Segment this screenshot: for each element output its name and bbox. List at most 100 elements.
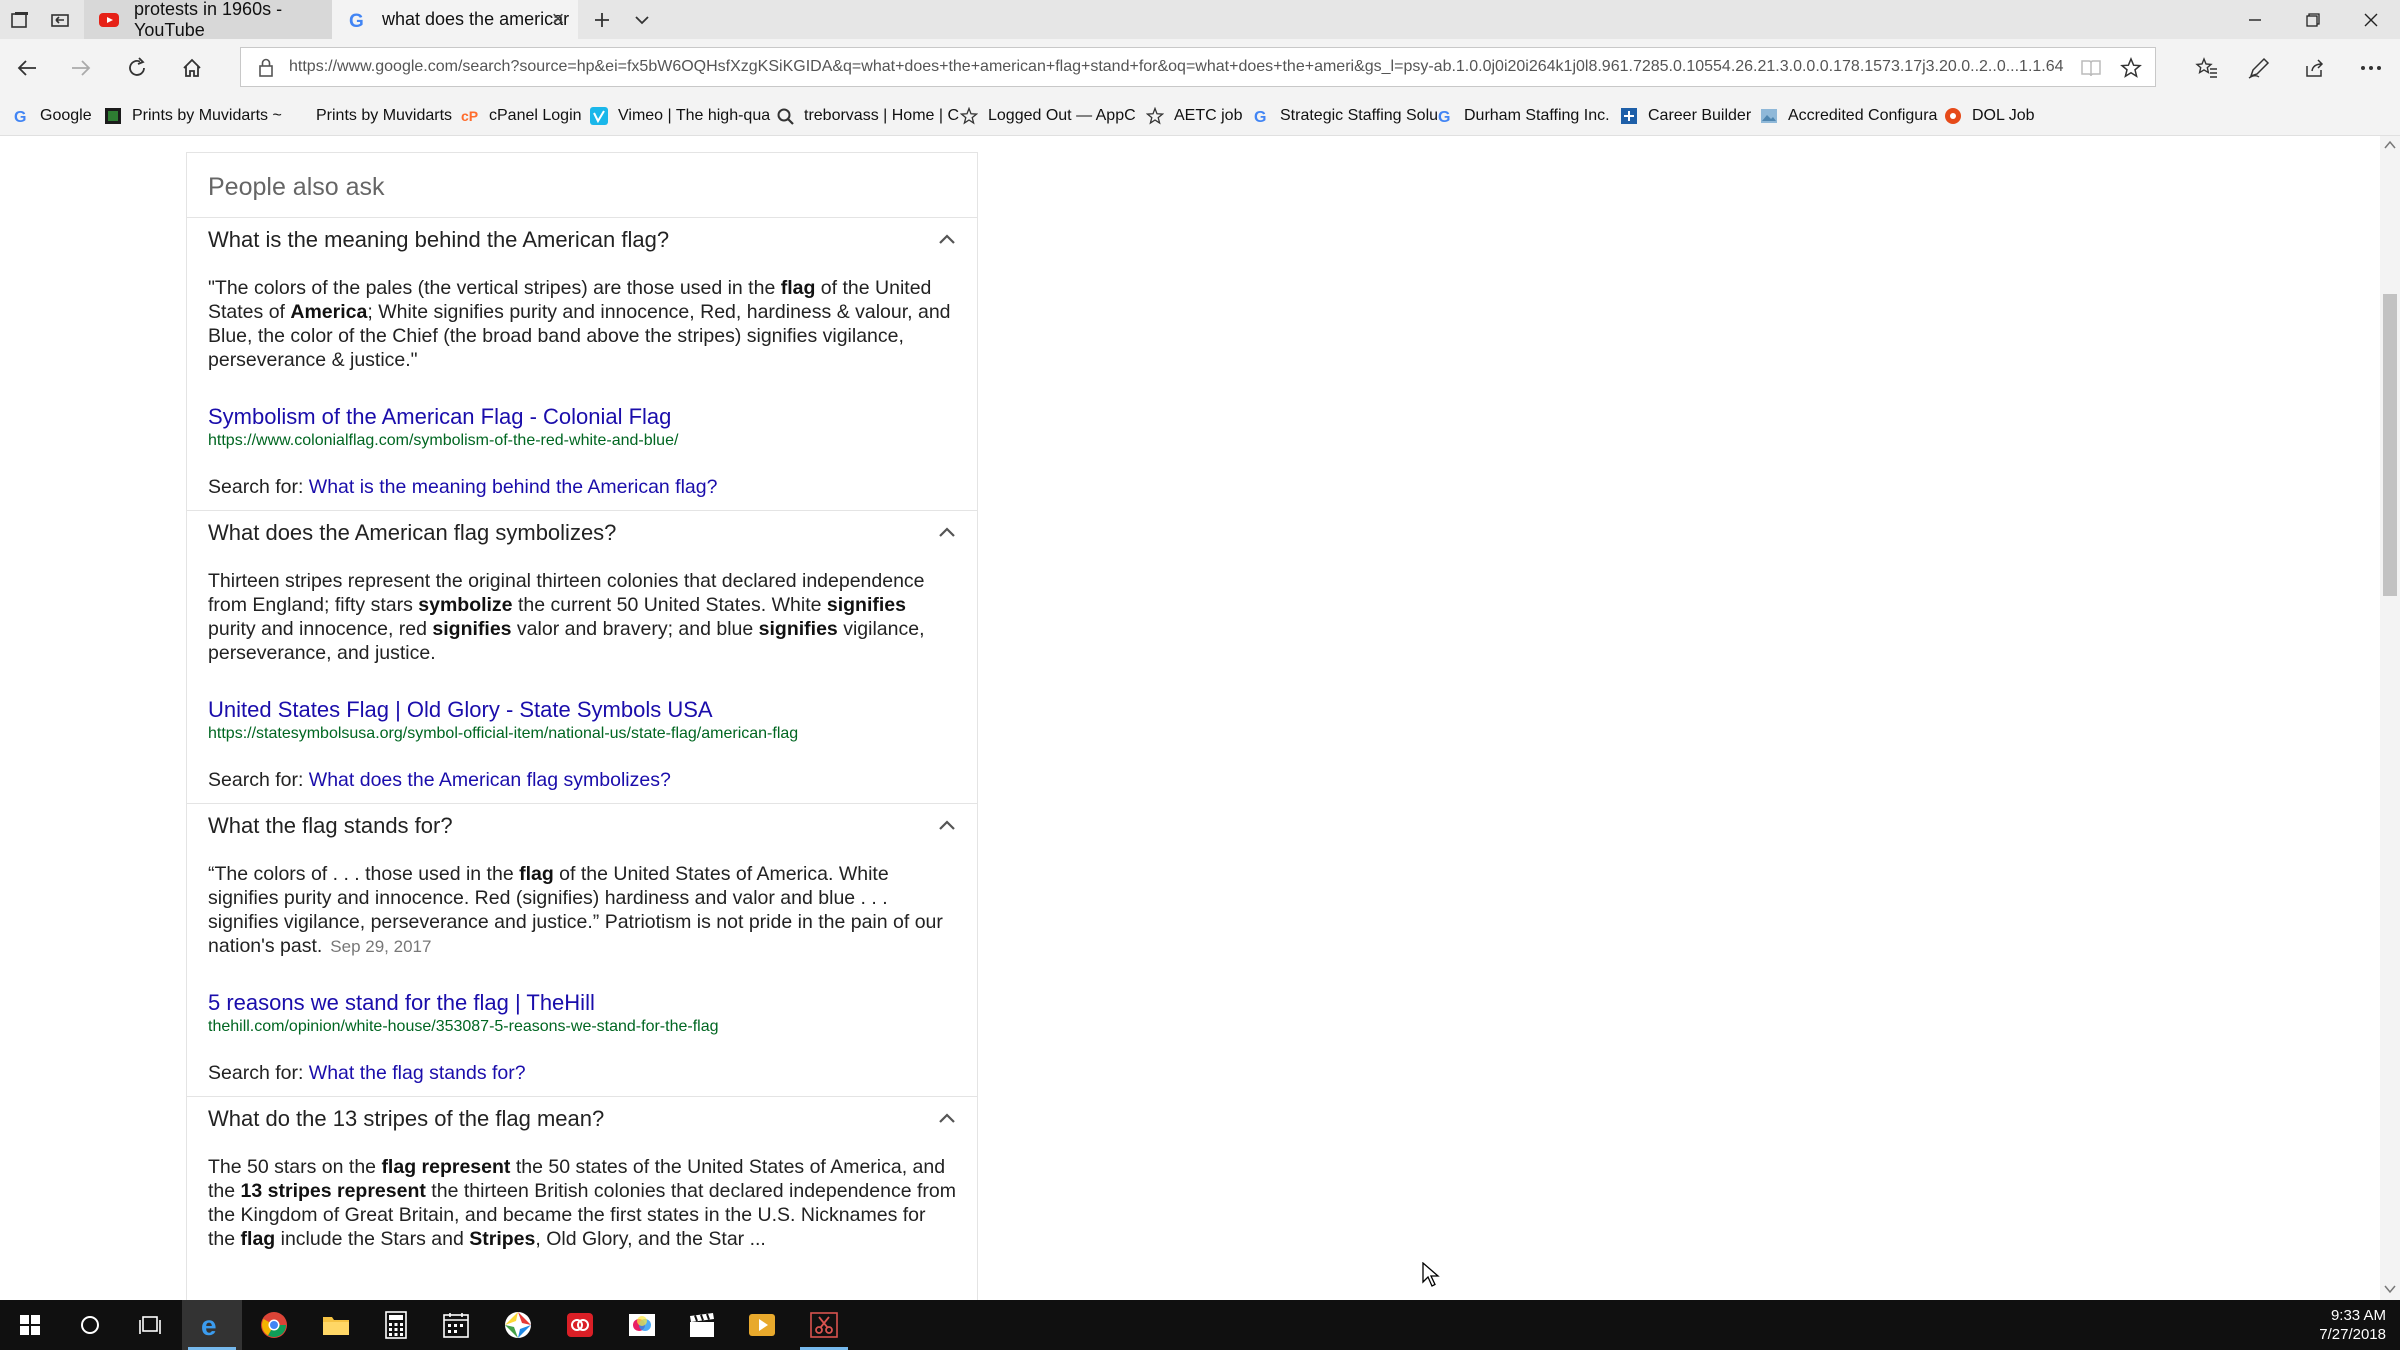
refresh-icon[interactable] bbox=[120, 51, 154, 85]
favorite-logged-out-appc[interactable]: Logged Out — AppC bbox=[959, 96, 1136, 136]
favorite-dol-job[interactable]: DOL Job bbox=[1944, 96, 2035, 136]
favorite-accredited-configura[interactable]: Accredited Configura bbox=[1760, 96, 1937, 136]
home-icon[interactable] bbox=[175, 51, 209, 85]
calculator-app[interactable] bbox=[366, 1300, 426, 1350]
vertical-scrollbar[interactable] bbox=[2380, 136, 2400, 1300]
paa-question[interactable]: What do the 13 stripes of the flag mean? bbox=[208, 1106, 604, 1132]
paa-result-link[interactable]: 5 reasons we stand for the flag | TheHil… bbox=[208, 990, 595, 1016]
paa-question[interactable]: What is the meaning behind the American … bbox=[208, 227, 669, 253]
scrollbar-thumb[interactable] bbox=[2383, 294, 2397, 596]
paa-question-block: What is the meaning behind the American … bbox=[187, 217, 977, 510]
paa-question[interactable]: What the flag stands for? bbox=[208, 813, 453, 839]
chrome-icon bbox=[261, 1312, 287, 1338]
chrome-app[interactable] bbox=[244, 1300, 304, 1350]
search-for-link[interactable]: What is the meaning behind the American … bbox=[309, 476, 718, 498]
close-tab-icon[interactable]: × bbox=[548, 8, 568, 30]
aperture-icon bbox=[505, 1312, 531, 1338]
favorite-label: DOL Job bbox=[1972, 107, 2035, 124]
svg-text:G: G bbox=[349, 11, 364, 31]
favorite-durham-staffing[interactable]: G Durham Staffing Inc. bbox=[1436, 96, 1610, 136]
cortana-button[interactable] bbox=[60, 1300, 120, 1350]
photos-app[interactable] bbox=[488, 1300, 548, 1350]
tab-youtube[interactable]: protests in 1960s - YouTube bbox=[84, 0, 332, 40]
restore-icon[interactable] bbox=[2284, 0, 2342, 39]
chevron-up-icon[interactable] bbox=[937, 232, 957, 246]
address-bar[interactable]: https://www.google.com/search?source=hp&… bbox=[240, 47, 2156, 87]
more-menu-icon[interactable] bbox=[2354, 51, 2388, 85]
cortana-icon bbox=[81, 1316, 99, 1334]
google-icon: G bbox=[346, 9, 368, 32]
edge-app[interactable]: e bbox=[182, 1300, 242, 1350]
windows-icon bbox=[20, 1315, 40, 1335]
chevron-up-icon[interactable] bbox=[937, 818, 957, 832]
snipping-app[interactable] bbox=[794, 1300, 854, 1350]
favorite-vimeo[interactable]: Vimeo | The high-qua bbox=[590, 96, 770, 136]
scissors-icon bbox=[810, 1312, 838, 1338]
media-player-app[interactable] bbox=[732, 1300, 792, 1350]
creative-cloud-app[interactable] bbox=[550, 1300, 610, 1350]
favorite-label: cPanel Login bbox=[489, 107, 582, 124]
favorite-treborvass[interactable]: treborvass | Home | C bbox=[776, 96, 959, 136]
new-tab-icon[interactable] bbox=[588, 6, 616, 34]
search-for-link[interactable]: What the flag stands for? bbox=[309, 1062, 526, 1084]
paa-result-link[interactable]: Symbolism of the American Flag - Colonia… bbox=[208, 404, 671, 430]
share-icon[interactable] bbox=[2298, 51, 2332, 85]
reading-view-icon[interactable] bbox=[2079, 56, 2103, 80]
task-view-button[interactable] bbox=[120, 1300, 180, 1350]
video-app[interactable] bbox=[672, 1300, 732, 1350]
tab-preview-chevron-icon[interactable] bbox=[628, 6, 656, 34]
file-explorer-app[interactable] bbox=[306, 1300, 366, 1350]
lock-icon[interactable] bbox=[257, 58, 275, 78]
tab-title: protests in 1960s - YouTube bbox=[134, 0, 283, 40]
search-for-label: Search for: bbox=[208, 769, 309, 791]
photo-editor-app[interactable] bbox=[612, 1300, 672, 1350]
favorite-label: Career Builder bbox=[1648, 107, 1752, 124]
paa-result-link[interactable]: United States Flag | Old Glory - State S… bbox=[208, 697, 713, 723]
svg-text:cP: cP bbox=[461, 108, 478, 124]
tab-google-search[interactable]: G what does the americar × bbox=[332, 0, 578, 39]
favorite-prints-by-muvidarts-1[interactable]: Prints by Muvidarts ~ bbox=[104, 96, 282, 136]
web-note-pen-icon[interactable] bbox=[2242, 51, 2276, 85]
close-window-icon[interactable] bbox=[2342, 0, 2400, 39]
set-aside-tabs-icon[interactable] bbox=[46, 6, 74, 34]
search-for-link[interactable]: What does the American flag symbolizes? bbox=[309, 769, 671, 791]
start-button[interactable] bbox=[0, 1300, 60, 1350]
favorites-hub-icon[interactable] bbox=[2190, 51, 2224, 85]
chevron-up-icon[interactable] bbox=[937, 525, 957, 539]
favorite-label: Durham Staffing Inc. bbox=[1464, 107, 1610, 124]
task-view-icon bbox=[139, 1316, 161, 1334]
paa-answer: Thirteen stripes represent the original … bbox=[208, 570, 925, 664]
tab-manager-icon[interactable] bbox=[6, 6, 34, 34]
favorite-career-builder[interactable]: Career Builder bbox=[1620, 96, 1751, 136]
navigation-bar: https://www.google.com/search?source=hp&… bbox=[0, 39, 2400, 96]
chevron-up-icon[interactable] bbox=[937, 1111, 957, 1125]
forward-arrow-icon[interactable] bbox=[64, 51, 98, 85]
search-for-label: Search for: bbox=[208, 1062, 309, 1084]
system-clock[interactable]: 9:33 AM 7/27/2018 bbox=[2319, 1306, 2386, 1344]
minimize-icon[interactable] bbox=[2226, 0, 2284, 39]
tab-bar: protests in 1960s - YouTube G what does … bbox=[0, 0, 2400, 40]
calendar-app[interactable] bbox=[426, 1300, 486, 1350]
back-arrow-icon[interactable] bbox=[10, 51, 44, 85]
google-icon: G bbox=[1252, 107, 1270, 126]
photo-icon bbox=[629, 1314, 655, 1336]
favorite-aetc-job[interactable]: AETC job bbox=[1145, 96, 1243, 136]
favorite-google[interactable]: G Google bbox=[12, 96, 92, 136]
search-for-label: Search for: bbox=[208, 476, 309, 498]
scroll-up-arrow-icon[interactable] bbox=[2384, 140, 2396, 150]
paa-question-block: What the flag stands for? “The colors of… bbox=[187, 803, 977, 1096]
paa-search-for: Search for: What does the American flag … bbox=[208, 769, 671, 792]
favorite-label: Prints by Muvidarts bbox=[316, 107, 453, 124]
paa-answer: The 50 stars on the flag represent the 5… bbox=[208, 1156, 956, 1250]
favorite-label: AETC job bbox=[1174, 107, 1243, 124]
favorite-prints-by-muvidarts-2[interactable]: Prints by Muvidarts bbox=[316, 96, 452, 136]
favorite-star-icon[interactable] bbox=[2119, 56, 2143, 80]
scroll-down-arrow-icon[interactable] bbox=[2384, 1284, 2396, 1294]
favorite-label: treborvass | Home | C bbox=[804, 107, 960, 124]
favorite-cpanel[interactable]: cP cPanel Login bbox=[461, 96, 582, 136]
favorite-label: Strategic Staffing Solu bbox=[1280, 107, 1439, 124]
url-text[interactable]: https://www.google.com/search?source=hp&… bbox=[289, 58, 2089, 76]
favorite-strategic-staffing[interactable]: G Strategic Staffing Solu bbox=[1252, 96, 1438, 136]
paa-question[interactable]: What does the American flag symbolizes? bbox=[208, 520, 616, 546]
careerbuilder-icon bbox=[1620, 107, 1638, 125]
